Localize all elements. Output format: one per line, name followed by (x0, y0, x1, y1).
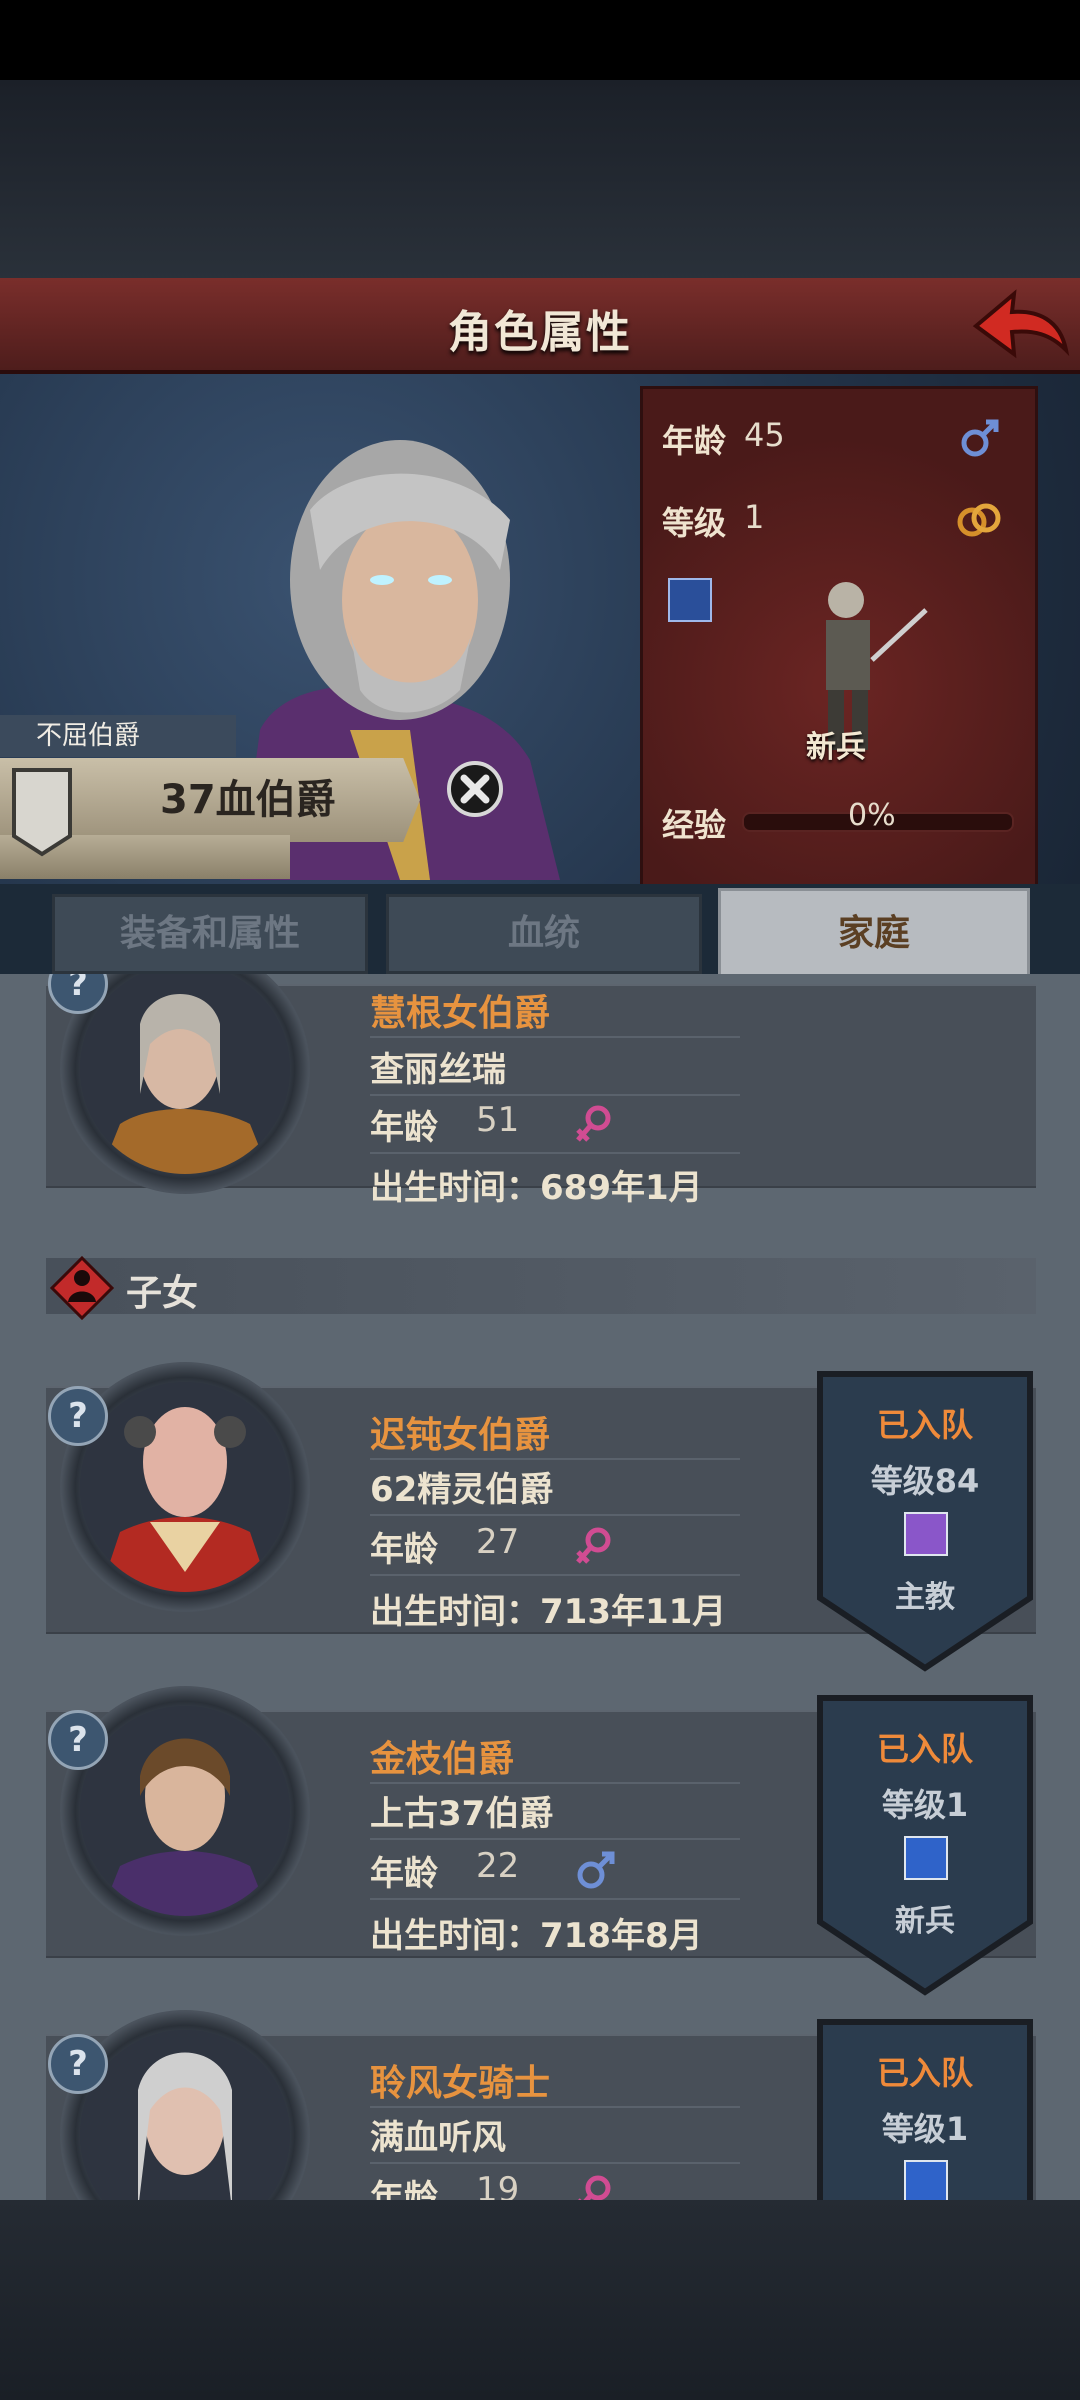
help-icon[interactable]: ? (48, 1710, 108, 1770)
child-title: 金枝伯爵 (370, 1739, 515, 1780)
character-name[interactable]: 37血伯爵 (160, 768, 410, 832)
help-icon[interactable]: ? (48, 1386, 108, 1446)
child-name: 62精灵伯爵 (370, 1470, 554, 1510)
tab-bloodline[interactable]: 血统 (386, 894, 702, 974)
divider (370, 1898, 740, 1900)
divider (370, 1458, 740, 1460)
title-bar: 角色属性 (0, 278, 1080, 374)
child-avatar-2 (80, 1706, 290, 1916)
child-avatar-1 (80, 1382, 290, 1592)
child-birth: 出生时间：718年8月 (370, 1916, 703, 1956)
sword-class-icon (904, 1836, 948, 1880)
class-name: 新兵 (806, 730, 866, 765)
age-label: 年龄 (662, 422, 727, 460)
female-icon (576, 1105, 611, 1142)
party-level: 等级1 (881, 2110, 969, 2148)
sword-class-icon (904, 2160, 948, 2204)
spouse-name: 查丽丝瑞 (370, 1050, 506, 1090)
child-age: 27 (476, 1522, 520, 1562)
child-title: 迟钝女伯爵 (370, 1415, 551, 1456)
staff-class-icon (904, 1512, 948, 1556)
top-background (0, 80, 1080, 280)
divider (370, 2106, 740, 2108)
level-label: 等级 (662, 504, 727, 542)
divider (370, 1036, 740, 1038)
party-status: 已入队 (876, 2054, 973, 2092)
divider (370, 2162, 740, 2164)
exp-label: 经验 (662, 806, 727, 844)
status-bar (0, 0, 1080, 80)
divider (370, 1514, 740, 1516)
age-value: 45 (744, 416, 785, 454)
close-icon[interactable] (446, 760, 504, 818)
party-status: 已入队 (876, 1406, 973, 1444)
heraldry-banner-icon (12, 768, 72, 857)
party-level: 等级84 (870, 1462, 980, 1500)
spouse-birth: 出生时间：689年1月 (370, 1168, 703, 1208)
tab-family[interactable]: 家庭 (718, 888, 1030, 980)
male-icon (577, 1851, 615, 1889)
rings-icon (957, 503, 1001, 537)
help-icon[interactable]: ? (48, 2034, 108, 2094)
rank-tag: 不屈伯爵 (0, 715, 236, 757)
spouse-title: 慧根女伯爵 (370, 993, 551, 1034)
child-age-label: 年龄 (370, 1530, 438, 1570)
family-icon (49, 1255, 115, 1321)
child-age-label: 年龄 (370, 1854, 438, 1894)
divider (370, 1094, 740, 1096)
child-age: 22 (476, 1846, 520, 1886)
level-value: 1 (744, 498, 765, 536)
party-level: 等级1 (881, 1786, 969, 1824)
divider (370, 1782, 740, 1784)
female-icon (576, 1527, 611, 1564)
male-icon (961, 419, 999, 457)
party-status: 已入队 (876, 1730, 973, 1768)
children-section-label: 子女 (126, 1273, 199, 1314)
screen: 角色属性 不屈伯爵 37血伯爵 年龄 45 等级 1 新兵 经验 0% 装备和属… (0, 0, 1080, 2400)
child-name: 上古37伯爵 (370, 1794, 554, 1834)
party-class: 新兵 (895, 1904, 955, 1939)
divider (370, 1152, 740, 1154)
child-birth: 出生时间：713年11月 (370, 1592, 727, 1632)
divider (370, 1838, 740, 1840)
back-arrow-icon[interactable] (968, 284, 1072, 364)
page-title: 角色属性 (448, 307, 632, 358)
spouse-age: 51 (476, 1100, 520, 1140)
sword-class-icon (668, 578, 712, 622)
spouse-age-label: 年龄 (370, 1108, 438, 1148)
child-title: 聆风女骑士 (370, 2063, 551, 2104)
tab-equipment[interactable]: 装备和属性 (52, 894, 368, 974)
divider (370, 1574, 740, 1576)
child-name: 满血听风 (370, 2118, 506, 2158)
party-class: 主教 (895, 1580, 955, 1615)
bottom-background (0, 2200, 1080, 2400)
exp-percent: 0% (848, 798, 896, 833)
